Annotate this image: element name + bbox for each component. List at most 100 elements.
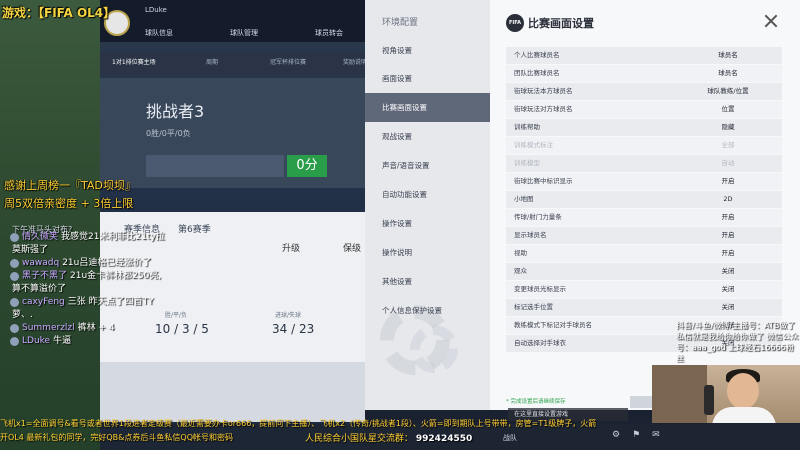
- settings-row[interactable]: 标记选手位置 关闭: [506, 299, 782, 317]
- stream-qq-group: 人民综合小国队星交流群： 992424550: [305, 431, 472, 444]
- settings-nav-item[interactable]: 个人信息保护设置: [365, 296, 490, 325]
- chat-text: 三张 昨天点了四首TY: [67, 297, 154, 307]
- settings-row-label: 训练帮助: [514, 123, 540, 131]
- settings-row-label: 街球玩法本方球员名: [514, 87, 573, 95]
- rank-score: 0分: [287, 155, 327, 177]
- fifa-logo-icon: FIFA: [506, 14, 524, 32]
- settings-row-value[interactable]: 关闭: [676, 263, 780, 281]
- rank-progress-bar: [146, 155, 284, 177]
- settings-row-label: 教练模式下标记对手球员名: [514, 321, 592, 329]
- settings-row-value[interactable]: 开启: [676, 227, 780, 245]
- qq-number: 992424550: [415, 434, 473, 444]
- chat-avatar-icon: [10, 324, 19, 333]
- settings-row-label: 传球/射门力量条: [514, 213, 562, 221]
- stream-game-title: 游戏：【FIFA OL4】: [2, 6, 116, 20]
- settings-nav-item[interactable]: 其他设置: [365, 267, 490, 296]
- game-user-name: LDuke: [145, 6, 167, 14]
- settings-row-value[interactable]: 开启: [676, 245, 780, 263]
- stat-label-goals: 进球/失球: [275, 312, 302, 319]
- settings-row[interactable]: 传球/射门力量条 开启: [506, 209, 782, 227]
- settings-row-label: 视助: [514, 249, 527, 257]
- chat-avatar-icon: [10, 298, 19, 307]
- settings-nav-item[interactable]: 视角设置: [365, 36, 490, 65]
- streamer-webcam: [652, 365, 800, 423]
- settings-row-label: 训练模型: [514, 159, 540, 167]
- settings-row: 训练模式标注 全部: [506, 137, 782, 155]
- chat-text: 21u金卡裤林都250亮,: [70, 271, 162, 281]
- settings-row[interactable]: 显示球员名 开启: [506, 227, 782, 245]
- settings-row-value[interactable]: 开启: [676, 173, 780, 191]
- chat-text: 裤林 + 4: [77, 323, 115, 333]
- settings-nav-item[interactable]: 比赛画面设置: [365, 93, 490, 122]
- settings-row[interactable]: 街球玩法对方球员名 位置: [506, 101, 782, 119]
- settings-row[interactable]: 街球比赛中标识显示 开启: [506, 173, 782, 191]
- chat-avatar-icon: [10, 272, 19, 281]
- settings-row-value: 自动: [721, 159, 735, 167]
- settings-nav-item[interactable]: 画面设置: [365, 64, 490, 93]
- chat-text: 21u吕迪格已经涨价了: [62, 258, 152, 268]
- chat-username[interactable]: caxyFeng: [22, 296, 65, 309]
- chat-message: 黑子不黑了 21u金卡裤林都250亮,: [10, 270, 185, 283]
- chat-username[interactable]: wawadq: [22, 257, 59, 270]
- settings-row[interactable]: 街球玩法本方球员名 球队教练/位置: [506, 83, 782, 101]
- settings-row-value[interactable]: 关闭: [676, 281, 780, 299]
- chat-message: LDuke 牛逼: [10, 335, 185, 348]
- chat-list: 情久微笑 我感觉21米利菲比21ty拉 莫斯强了 wawadq 21u吕迪格已经涨价了黑…: [10, 231, 185, 348]
- chat-username[interactable]: Summerzlzl: [22, 322, 75, 335]
- settings-panel-title: 比赛画面设置: [528, 17, 594, 30]
- settings-row-value[interactable]: 球队教练/位置: [676, 83, 780, 101]
- settings-nav-item[interactable]: 观战设置: [365, 122, 490, 151]
- rank-record: 0胜/0平/0负: [146, 129, 191, 138]
- settings-row: 训练模型 自动: [506, 155, 782, 173]
- season-footer: [100, 362, 365, 422]
- settings-row-label: 显示球员名: [514, 231, 547, 239]
- game-tab-rewards[interactable]: 奖励说明: [343, 57, 367, 66]
- chat-message: caxyFeng 三张 昨天点了四首TY: [10, 296, 185, 309]
- settings-row[interactable]: 小地图 2D: [506, 191, 782, 209]
- settings-row-label: 街球玩法对方球员名: [514, 105, 573, 113]
- chat-username[interactable]: LDuke: [22, 335, 50, 348]
- chat-text: 我感觉21米利菲比21ty拉: [61, 232, 165, 242]
- chat-username[interactable]: 黑子不黑了: [22, 270, 67, 283]
- settings-row-value[interactable]: 位置: [676, 101, 780, 119]
- game-menu-transfer[interactable]: 球员转会: [315, 28, 343, 38]
- settings-row-value[interactable]: 关闭: [676, 299, 780, 317]
- keep-label: 保级: [343, 244, 362, 254]
- settings-row-label: 训练模式标注: [514, 141, 553, 149]
- settings-row[interactable]: 视助 开启: [506, 245, 782, 263]
- settings-nav-item[interactable]: 声音/语音设置: [365, 151, 490, 180]
- game-tab-ranked[interactable]: 1对1排位赛主场: [112, 57, 156, 66]
- chat-avatar-icon: [10, 259, 19, 268]
- settings-row-label: 变更球员光标显示: [514, 285, 566, 293]
- game-menu-team-info[interactable]: 球队信息: [145, 28, 173, 38]
- settings-row[interactable]: 观众 关闭: [506, 263, 782, 281]
- confirm-button[interactable]: [630, 396, 652, 408]
- settings-row-value[interactable]: 球员名: [676, 65, 780, 83]
- settings-row[interactable]: 个人比赛球员名 球员名: [506, 47, 782, 65]
- settings-row-value: 全部: [721, 141, 735, 149]
- settings-nav-item[interactable]: 操作设置: [365, 209, 490, 238]
- chat-text-continued: 莫斯强了: [12, 245, 49, 255]
- settings-nav-item[interactable]: 操作说明: [365, 238, 490, 267]
- game-tab-period[interactable]: 周期: [206, 57, 218, 66]
- settings-row[interactable]: 团队比赛球员名 球员名: [506, 65, 782, 83]
- settings-row-value[interactable]: 开启: [676, 209, 780, 227]
- settings-row-value[interactable]: 2D: [676, 191, 780, 209]
- gear-small-icon: [410, 325, 458, 373]
- stat-value-goals: 34 / 23: [272, 322, 315, 336]
- chat-username[interactable]: 情久微笑: [22, 231, 58, 244]
- webcam-face: [727, 373, 759, 409]
- settings-row-value[interactable]: 隐藏: [676, 119, 780, 137]
- settings-row-value[interactable]: 球员名: [676, 47, 780, 65]
- settings-row-label: 自动选择对手球衣: [514, 339, 566, 347]
- game-menu-team-manage[interactable]: 球队管理: [230, 28, 258, 38]
- settings-nav-item[interactable]: 自动功能设置: [365, 180, 490, 209]
- chat-avatar-icon: [10, 337, 19, 346]
- chat-message: 情久微笑 我感觉21米利菲比21ty拉: [10, 231, 185, 244]
- close-button[interactable]: [762, 12, 780, 30]
- chat-text-continued: 萝、.: [12, 310, 33, 320]
- game-tab-cup[interactable]: 冠军杯排位赛: [270, 57, 306, 66]
- microphone-icon: [704, 385, 714, 415]
- settings-row[interactable]: 变更球员光标显示 关闭: [506, 281, 782, 299]
- settings-row[interactable]: 训练帮助 隐藏: [506, 119, 782, 137]
